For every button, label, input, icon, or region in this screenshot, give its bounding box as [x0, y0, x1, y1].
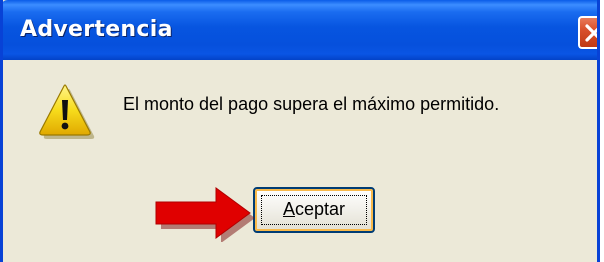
- warning-dialog: Advertencia El monto del pago supera el …: [0, 0, 600, 262]
- close-icon: [585, 24, 597, 42]
- accept-mnemonic: A: [282, 199, 295, 219]
- red-arrow-icon: [155, 187, 255, 242]
- accept-label-rest: ceptar: [294, 199, 346, 219]
- accept-button[interactable]: Aceptar: [253, 187, 375, 233]
- warning-icon: [39, 84, 95, 139]
- accept-button-label: Aceptar: [255, 199, 373, 220]
- dialog-message: El monto del pago supera el máximo permi…: [123, 94, 500, 114]
- title-bar[interactable]: Advertencia: [3, 0, 597, 60]
- dialog-title: Advertencia: [20, 17, 173, 42]
- close-button[interactable]: [578, 16, 597, 49]
